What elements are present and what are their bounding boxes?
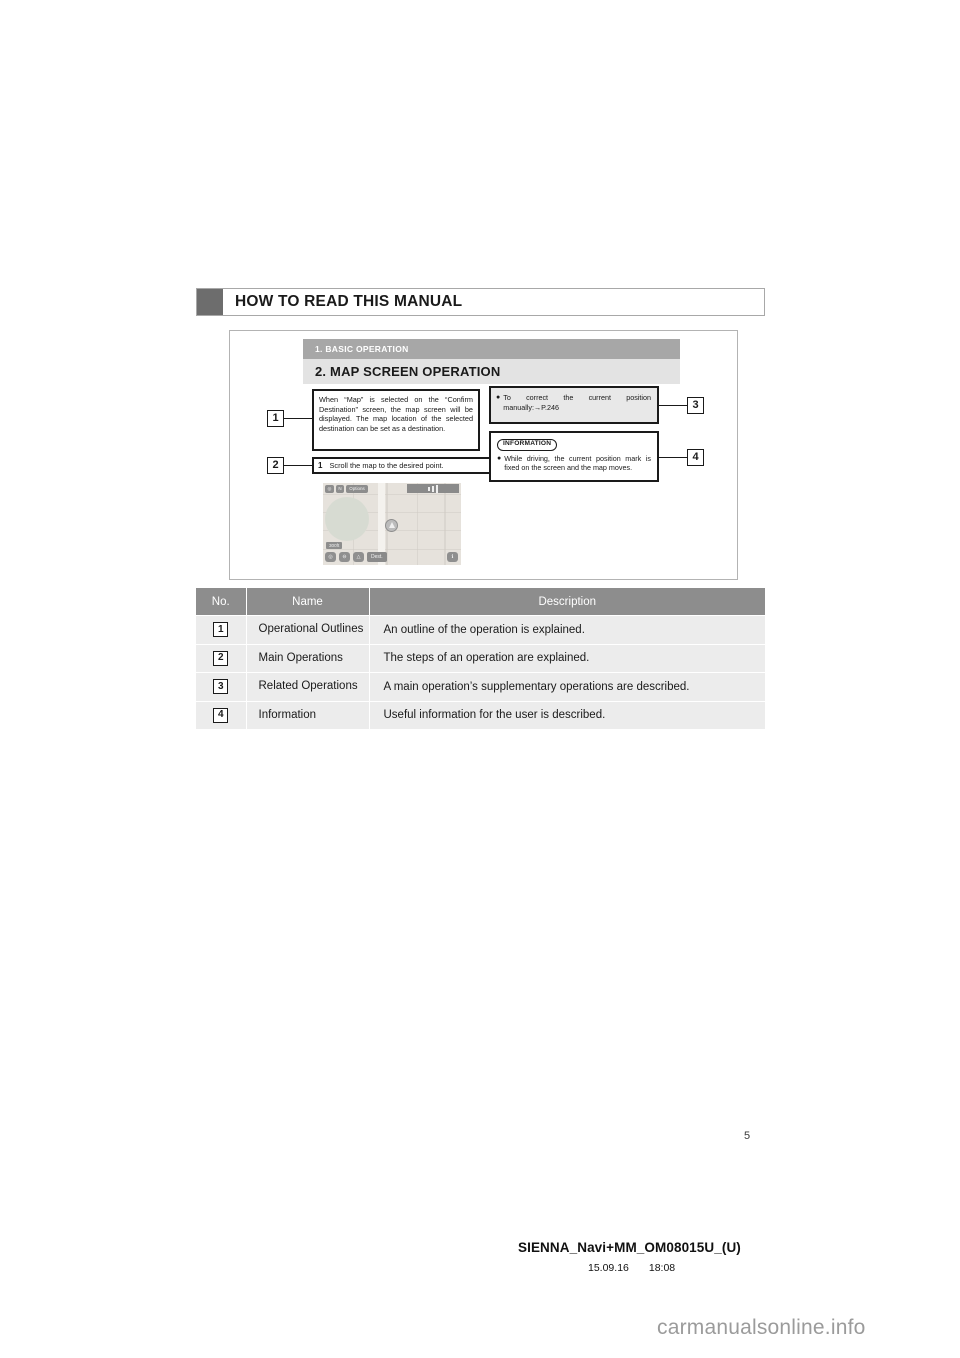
callout-tag-2: 2 bbox=[213, 650, 229, 666]
status-bar bbox=[407, 484, 459, 493]
page-title: HOW TO READ THIS MANUAL bbox=[235, 293, 463, 310]
info-button[interactable]: ℹ bbox=[447, 552, 458, 562]
callout-leader-4 bbox=[659, 457, 687, 458]
callout-tag-3: 3 bbox=[687, 397, 704, 414]
related-operations-box: ● To correct the current position manual… bbox=[489, 386, 659, 424]
footer-date: 15.09.16 bbox=[588, 1262, 629, 1274]
table-row: 3 Related Operations A main operation’s … bbox=[196, 672, 765, 702]
callout-leader-2 bbox=[284, 465, 312, 466]
row-number-cell: 1 bbox=[196, 615, 247, 645]
callout-tag-4: 4 bbox=[687, 449, 704, 466]
page-number: 5 bbox=[744, 1130, 751, 1142]
example-chapter-bar: 1. BASIC OPERATION bbox=[303, 339, 680, 359]
options-button[interactable]: Options bbox=[346, 485, 368, 493]
row-number-cell: 4 bbox=[196, 700, 247, 730]
callout-leader-1 bbox=[284, 418, 312, 419]
row-description-cell: Useful information for the user is descr… bbox=[369, 700, 765, 730]
north-indicator[interactable]: N bbox=[336, 485, 344, 493]
row-description-cell: The steps of an operation are explained. bbox=[369, 643, 765, 673]
callout-leader-3 bbox=[659, 405, 687, 406]
example-section-bar: 2. MAP SCREEN OPERATION bbox=[303, 359, 680, 384]
dest-button[interactable]: Dest. bbox=[367, 552, 387, 562]
table-row: 2 Main Operations The steps of an operat… bbox=[196, 643, 765, 673]
main-operation-step-number: 1 bbox=[318, 461, 323, 470]
header-color-swatch bbox=[197, 289, 223, 315]
callout-tag-1: 1 bbox=[267, 410, 284, 427]
bullet-icon: ● bbox=[496, 394, 501, 401]
callout-tag-3: 3 bbox=[213, 679, 229, 695]
operational-outlines-box: When “Map” is selected on the “Confirm D… bbox=[312, 389, 480, 451]
zoom-out-button[interactable]: ⊖ bbox=[339, 552, 350, 562]
watermark: carmanualsonline.info bbox=[657, 1316, 866, 1339]
navigation-screen-illustration: ◎ N Options 300ft ◎ ⊖ △ Dest. ℹ MAP SCRE… bbox=[323, 483, 461, 565]
example-page-illustration: 1. BASIC OPERATION 2. MAP SCREEN OPERATI… bbox=[229, 330, 738, 580]
row-number-cell: 3 bbox=[196, 672, 247, 702]
row-name-cell: Related Operations bbox=[246, 672, 370, 702]
map-scale-button[interactable]: 300ft bbox=[326, 542, 343, 549]
related-operations-text: To correct the current position manually… bbox=[503, 393, 651, 412]
row-description-cell: An outline of the operation is explained… bbox=[369, 615, 765, 645]
information-box: INFORMATION ● While driving, the current… bbox=[489, 431, 659, 482]
table-header-row: No. Name Description bbox=[196, 588, 765, 616]
callout-tag-2: 2 bbox=[267, 457, 284, 474]
map-park-area bbox=[325, 497, 369, 541]
table-row: 1 Operational Outlines An outline of the… bbox=[196, 615, 765, 645]
footer-timestamp: 15.09.16 18:08 bbox=[588, 1262, 675, 1274]
legend-table: No. Name Description 1 Operational Outli… bbox=[196, 588, 765, 730]
row-name-cell: Information bbox=[246, 700, 370, 730]
information-text: While driving, the current position mark… bbox=[504, 453, 651, 473]
column-header-name: Name bbox=[246, 588, 370, 616]
compass-icon[interactable]: ◎ bbox=[325, 485, 334, 493]
footer-document-code: SIENNA_Navi+MM_OM08015U_(U) bbox=[518, 1240, 741, 1255]
row-description-cell: A main operation’s supplementary operati… bbox=[369, 672, 765, 702]
main-operation-text: Scroll the map to the desired point. bbox=[329, 461, 444, 470]
row-number-cell: 2 bbox=[196, 643, 247, 673]
operational-outlines-text: When “Map” is selected on the “Confirm D… bbox=[319, 395, 473, 433]
row-name-cell: Main Operations bbox=[246, 643, 370, 673]
column-header-description: Description bbox=[369, 588, 765, 616]
callout-tag-1: 1 bbox=[213, 622, 229, 638]
page-header: HOW TO READ THIS MANUAL bbox=[196, 288, 765, 316]
current-position-mark-icon bbox=[385, 519, 398, 532]
map-bottom-toolbar: ◎ ⊖ △ Dest. bbox=[323, 551, 461, 563]
information-label: INFORMATION bbox=[497, 439, 558, 451]
map-view-button[interactable]: ◎ bbox=[325, 552, 336, 562]
row-name-cell: Operational Outlines bbox=[246, 615, 370, 645]
bullet-icon: ● bbox=[497, 454, 502, 462]
column-header-no: No. bbox=[196, 588, 247, 616]
footer-time: 18:08 bbox=[648, 1262, 676, 1274]
callout-tag-4: 4 bbox=[213, 707, 229, 723]
home-button[interactable]: △ bbox=[353, 552, 364, 562]
table-row: 4 Information Useful information for the… bbox=[196, 700, 765, 730]
